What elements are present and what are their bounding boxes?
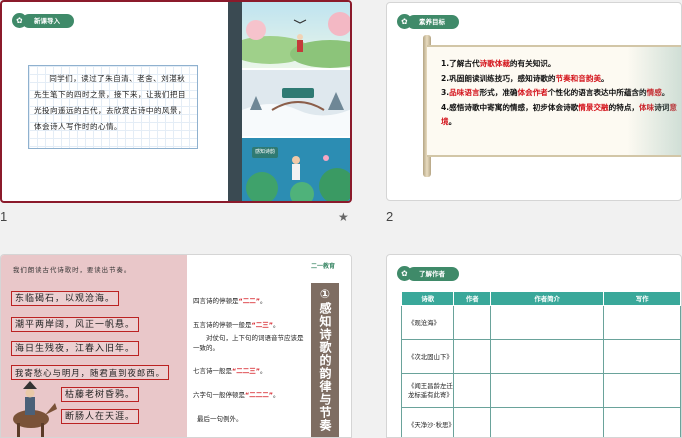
slide-thumbnail-2[interactable]: ✿ 素养目标 1.了解古代诗歌体裁的有关知识。 2.巩固朗读训练技巧，感知诗歌的… bbox=[386, 2, 682, 201]
section-badge: 新课导入 bbox=[22, 14, 74, 28]
poem-panel: 我们朗读古代诗歌时，要读出节奏。 东临碣石，以观沧海。 潮平两岸阔，风正一帆悬。… bbox=[1, 255, 187, 437]
poem-line: 断肠人在天涯。 bbox=[61, 409, 140, 424]
horse-rider-illustration bbox=[13, 381, 57, 437]
rhythm-rules-panel: 二一教育 四言诗的停顿是“二二”。 五言诗的停顿一般是“二三”。 对仗句，上下句… bbox=[187, 255, 351, 437]
slide-thumbnail-4[interactable]: ✿ 了解作者 诗歌 作者 作者简介 写作 《观沧海》 《次北固山下》 《闻王昌龄… bbox=[386, 254, 682, 438]
poem-title-cell: 《观沧海》 bbox=[400, 305, 455, 340]
image-divider bbox=[228, 2, 242, 201]
star-icon[interactable]: ★ bbox=[338, 210, 349, 224]
section-side-title: ①感知诗歌的韵律与节奏 bbox=[311, 283, 339, 437]
image-caption: 感知诗韵 bbox=[252, 147, 278, 158]
poem-line: 枯藤老树昏鸦。 bbox=[61, 387, 140, 402]
table-header: 写作 bbox=[603, 291, 681, 306]
table-header: 作者简介 bbox=[490, 291, 605, 306]
publisher-logo: 二一教育 bbox=[311, 263, 336, 270]
rule-line: 五言诗的停顿一般是“二三”。 bbox=[193, 321, 280, 329]
slide-thumbnail-1[interactable]: ✿ 新课导入 同学们，读过了朱自清、老舍、刘湛秋先生笔下的四时之景，接下来，让我… bbox=[0, 0, 352, 203]
slide-number: 1 bbox=[0, 209, 8, 224]
table-header: 作者 bbox=[453, 291, 492, 306]
poem-title-cell: 《次北固山下》 bbox=[400, 339, 455, 374]
winter-scene-image bbox=[242, 70, 350, 136]
table-row: 《观沧海》 bbox=[400, 305, 681, 340]
poem-title-cell: 《闻王昌龄左迁龙标遥有此寄》 bbox=[400, 373, 455, 408]
author-table: 诗歌 作者 作者简介 写作 《观沧海》 《次北固山下》 《闻王昌龄左迁龙标遥有此… bbox=[400, 291, 681, 437]
rule-line: 六字句一般停顿是“二二二”。 bbox=[193, 391, 280, 399]
scroll-shading bbox=[627, 47, 681, 155]
intro-text-box: 同学们，读过了朱自清、老舍、刘湛秋先生笔下的四时之景，接下来，让我们把目光投向遥… bbox=[28, 65, 198, 149]
rule-line: 七言诗一般是“二二三”。 bbox=[193, 367, 267, 375]
slide-number: 2 bbox=[386, 209, 394, 224]
slide-thumbnail-3[interactable]: 我们朗读古代诗歌时，要读出节奏。 东临碣石，以观沧海。 潮平两岸阔，风正一帆悬。… bbox=[0, 254, 352, 438]
section-badge: 素养目标 bbox=[407, 15, 459, 29]
table-header: 诗歌 bbox=[400, 291, 455, 306]
poem-line: 海日生残夜，江春入旧年。 bbox=[11, 341, 140, 356]
poem-line: 东临碣石，以观沧海。 bbox=[11, 291, 120, 306]
spring-scene-image bbox=[242, 2, 350, 68]
reading-hint: 我们朗读古代诗歌时，要读出节奏。 bbox=[13, 266, 132, 274]
rule-line: 最后一句例外。 bbox=[197, 415, 243, 423]
poem-line: 潮平两岸阔，风正一帆悬。 bbox=[11, 317, 140, 332]
table-row: 《次北固山下》 bbox=[400, 339, 681, 374]
section-badge: 了解作者 bbox=[407, 267, 459, 281]
table-row: 《天净沙·秋思》 bbox=[400, 407, 681, 437]
table-row: 《闻王昌龄左迁龙标遥有此寄》 bbox=[400, 373, 681, 408]
rule-line: 对仗句，上下句的词语音节应该是一致的。 bbox=[193, 334, 304, 352]
poem-title-cell: 《天净沙·秋思》 bbox=[400, 407, 455, 437]
rule-line: 四言诗的停顿是“二二”。 bbox=[193, 297, 267, 305]
